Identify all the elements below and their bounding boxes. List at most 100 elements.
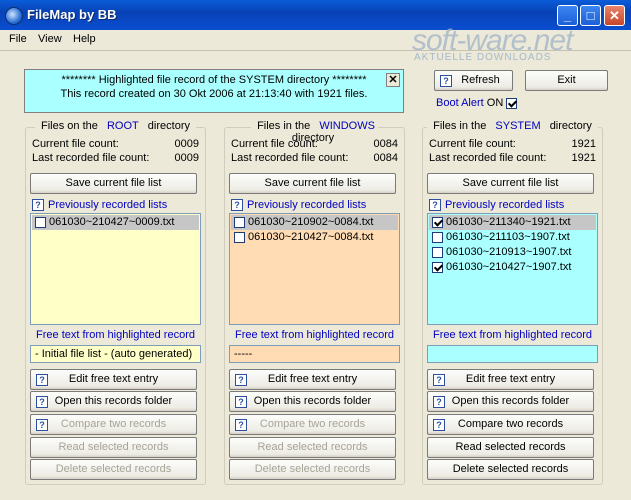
- save-file-list-label: Save current file list: [264, 177, 361, 189]
- help-icon[interactable]: ?: [231, 199, 243, 212]
- help-icon: ?: [433, 374, 445, 386]
- last-count-value: 0009: [174, 152, 199, 164]
- list-item[interactable]: 061030~211103~1907.txt: [429, 230, 596, 245]
- save-file-list-button[interactable]: Save current file list: [30, 173, 197, 194]
- close-icon: ✕: [609, 8, 620, 23]
- save-file-list-button[interactable]: Save current file list: [229, 173, 396, 194]
- banner-line-1: ******** Highlighted file record of the …: [61, 74, 367, 86]
- record-checkbox[interactable]: [432, 231, 443, 243]
- record-filename: 061030~210902~0084.txt: [248, 216, 374, 228]
- last-count-value: 1921: [571, 152, 596, 164]
- list-item[interactable]: 061030~210427~0084.txt: [231, 230, 398, 245]
- open-records-folder-button[interactable]: ? Open this records folder: [30, 391, 197, 412]
- banner-close-button[interactable]: ✕: [386, 73, 400, 87]
- delete-selected-records-label: Delete selected records: [254, 463, 371, 475]
- previously-recorded-label: Previously recorded lists: [48, 199, 168, 211]
- minimize-icon: _: [563, 8, 572, 23]
- minimize-button[interactable]: _: [557, 5, 578, 26]
- open-records-folder-label: Open this records folder: [253, 395, 372, 407]
- close-window-button[interactable]: ✕: [604, 5, 625, 26]
- list-item[interactable]: 061030~210427~1907.txt: [429, 260, 596, 275]
- help-icon: ?: [235, 419, 247, 431]
- help-icon[interactable]: ?: [32, 199, 44, 212]
- previously-recorded-header: ? Previously recorded lists: [231, 199, 366, 212]
- refresh-button[interactable]: ? Refresh: [434, 70, 513, 91]
- previously-recorded-header: ? Previously recorded lists: [32, 199, 168, 212]
- free-text-label: Free text from highlighted record: [235, 329, 394, 341]
- menu-file[interactable]: File: [9, 33, 27, 45]
- delete-selected-records-button[interactable]: Delete selected records: [427, 459, 594, 480]
- records-listbox[interactable]: 061030~210427~0009.txt: [30, 213, 201, 325]
- current-count-value: 0084: [373, 138, 398, 150]
- record-checkbox[interactable]: [234, 216, 245, 228]
- help-icon: ?: [235, 374, 247, 386]
- watermark-tagline: AKTUELLE DOWNLOADS: [414, 52, 552, 63]
- current-count-value: 0009: [174, 138, 199, 150]
- compare-two-records-label: Compare two records: [259, 418, 366, 430]
- save-file-list-button[interactable]: Save current file list: [427, 173, 594, 194]
- panel-title-prefix: Files in the: [254, 120, 314, 132]
- list-item[interactable]: 061030~211340~1921.txt: [429, 215, 596, 230]
- read-selected-records-label: Read selected records: [58, 441, 169, 453]
- free-text-field: -----: [229, 345, 400, 363]
- help-icon: ?: [36, 419, 48, 431]
- free-text-field: [427, 345, 598, 363]
- edit-free-text-label: Edit free text entry: [68, 373, 159, 385]
- read-selected-records-button: Read selected records: [30, 437, 197, 458]
- highlight-banner: ******** Highlighted file record of the …: [24, 69, 404, 113]
- maximize-icon: □: [586, 8, 595, 23]
- app-globe-icon[interactable]: [5, 7, 23, 25]
- menu-help[interactable]: Help: [73, 33, 96, 45]
- previously-recorded-label: Previously recorded lists: [445, 199, 565, 211]
- edit-free-text-label: Edit free text entry: [267, 373, 358, 385]
- panel-directory-name: SYSTEM: [492, 120, 544, 132]
- panel-root: Files on the ROOT directory Current file…: [25, 120, 206, 485]
- help-icon: ?: [440, 75, 452, 87]
- record-checkbox[interactable]: [234, 231, 245, 243]
- read-selected-records-button[interactable]: Read selected records: [427, 437, 594, 458]
- last-count-label: Last recorded file count:: [32, 152, 150, 164]
- edit-free-text-label: Edit free text entry: [465, 373, 556, 385]
- open-records-folder-label: Open this records folder: [451, 395, 570, 407]
- edit-free-text-button[interactable]: ? Edit free text entry: [229, 369, 396, 390]
- panel-title: Files on the ROOT directory: [35, 120, 196, 132]
- help-icon: ?: [235, 396, 247, 408]
- save-file-list-label: Save current file list: [462, 177, 559, 189]
- records-listbox[interactable]: 061030~210902~0084.txt 061030~210427~0084…: [229, 213, 400, 325]
- open-records-folder-button[interactable]: ? Open this records folder: [229, 391, 396, 412]
- record-checkbox[interactable]: [35, 216, 46, 228]
- maximize-button[interactable]: □: [580, 5, 601, 26]
- refresh-label: Refresh: [461, 74, 500, 86]
- menu-view[interactable]: View: [38, 33, 62, 45]
- current-count-label: Current file count:: [231, 138, 318, 150]
- edit-free-text-button[interactable]: ? Edit free text entry: [427, 369, 594, 390]
- boot-alert-label: Boot Alert: [436, 97, 484, 109]
- free-text-field: - Initial file list - (auto generated): [30, 345, 201, 363]
- help-icon: ?: [433, 419, 445, 431]
- open-records-folder-button[interactable]: ? Open this records folder: [427, 391, 594, 412]
- record-filename: 061030~211103~1907.txt: [446, 231, 570, 243]
- record-checkbox[interactable]: [432, 261, 443, 273]
- list-item[interactable]: 061030~210902~0084.txt: [231, 215, 398, 230]
- delete-selected-records-label: Delete selected records: [452, 463, 569, 475]
- records-listbox[interactable]: 061030~211340~1921.txt 061030~211103~1907…: [427, 213, 598, 325]
- delete-selected-records-button: Delete selected records: [30, 459, 197, 480]
- boot-alert-checkbox[interactable]: [506, 97, 518, 109]
- list-item[interactable]: 061030~210427~0009.txt: [32, 215, 199, 230]
- exit-button[interactable]: Exit: [525, 70, 608, 91]
- list-item[interactable]: 061030~210913~1907.txt: [429, 245, 596, 260]
- record-checkbox[interactable]: [432, 246, 443, 258]
- delete-selected-records-label: Delete selected records: [55, 463, 172, 475]
- free-text-label: Free text from highlighted record: [36, 329, 195, 341]
- current-count-label: Current file count:: [429, 138, 516, 150]
- save-file-list-label: Save current file list: [65, 177, 162, 189]
- panel-title-prefix: Files on the: [38, 120, 101, 132]
- help-icon[interactable]: ?: [429, 199, 441, 212]
- record-filename: 061030~210913~1907.txt: [446, 246, 572, 258]
- help-icon: ?: [433, 396, 445, 408]
- compare-two-records-button[interactable]: ? Compare two records: [427, 414, 594, 435]
- edit-free-text-button[interactable]: ? Edit free text entry: [30, 369, 197, 390]
- record-checkbox[interactable]: [432, 216, 443, 228]
- compare-two-records-button: ? Compare two records: [229, 414, 396, 435]
- last-count-label: Last recorded file count:: [231, 152, 349, 164]
